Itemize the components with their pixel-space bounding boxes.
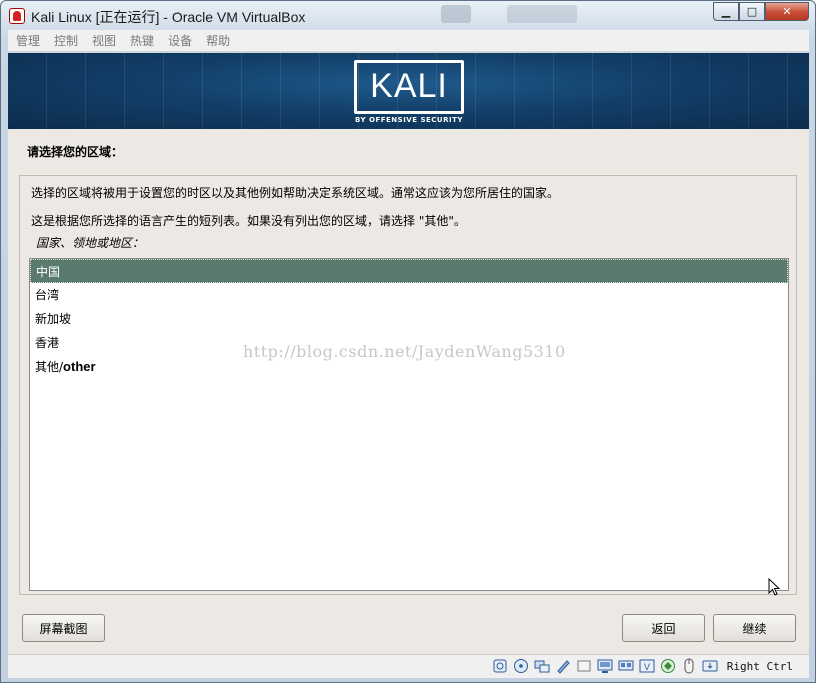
usb-icon[interactable] [576, 658, 592, 674]
list-item-label: 香港 [35, 336, 60, 350]
section-title: 请选择您的区域： [27, 145, 124, 159]
kali-banner: KALI BY OFFENSIVE SECURITY [8, 53, 809, 129]
screenshot-button-label: 屏幕截图 [39, 621, 88, 636]
maximize-icon: □ [746, 5, 758, 18]
list-item-label: 其他/ [35, 360, 64, 374]
continue-button[interactable]: 继续 [713, 614, 796, 642]
kali-logo: KALI [354, 60, 464, 114]
kali-logo-text: KALI [370, 67, 448, 105]
menu-bar: 管理 控制 视图 热键 设备 帮助 [8, 30, 809, 52]
title-blur-region [507, 5, 577, 23]
minimize-icon: ▁ [721, 5, 731, 18]
region-listbox[interactable]: 中国 台湾 新加坡 香港 其他/other [29, 258, 789, 591]
close-button[interactable]: ✕ [765, 2, 809, 21]
list-item-taiwan[interactable]: 台湾 [30, 283, 788, 307]
kali-logo-subtitle: BY OFFENSIVE SECURITY [355, 116, 463, 124]
description-text: 这是根据您所选择的语言产生的短列表。如果没有列出您的区域，请选择 "其他"。 [31, 214, 466, 228]
svg-text:V: V [644, 662, 650, 672]
status-bar: V Right Ctrl [8, 654, 809, 678]
virtualization-icon[interactable] [660, 658, 676, 674]
list-item-label: 新加坡 [35, 312, 72, 326]
menu-item-help[interactable]: 帮助 [206, 32, 230, 49]
installer-panel: 选择的区域将被用于设置您的时区以及其他例如帮助决定系统区域。通常这应该为您所居住… [19, 175, 797, 595]
keyboard-capture-icon[interactable] [702, 658, 718, 674]
title-blur-region [441, 5, 471, 23]
close-icon: ✕ [782, 5, 792, 18]
shared-folders-icon[interactable] [597, 658, 613, 674]
minimize-button[interactable]: ▁ [713, 2, 739, 21]
menu-item-view[interactable]: 视图 [92, 32, 116, 49]
title-bar[interactable]: Kali Linux [正在运行] - Oracle VM VirtualBox… [1, 1, 815, 29]
virtualbox-app-icon [9, 8, 25, 24]
window-title: Kali Linux [正在运行] - Oracle VM VirtualBox [31, 9, 306, 25]
back-button-label: 返回 [651, 621, 676, 636]
virtualbox-window: Kali Linux [正在运行] - Oracle VM VirtualBox… [0, 0, 816, 683]
audio-icon[interactable] [534, 658, 550, 674]
list-item-label: 台湾 [35, 288, 60, 302]
menu-item-manage[interactable]: 管理 [16, 32, 40, 49]
host-key-label: Right Ctrl [726, 659, 793, 673]
network-icon[interactable] [555, 658, 571, 674]
menu-item-control[interactable]: 控制 [54, 32, 78, 49]
list-item-china[interactable]: 中国 [30, 259, 788, 283]
screenshot-button[interactable]: 屏幕截图 [22, 614, 105, 642]
window-controls: ▁ □ ✕ [713, 2, 809, 21]
list-item-singapore[interactable]: 新加坡 [30, 307, 788, 331]
vm-screen[interactable]: KALI BY OFFENSIVE SECURITY 请选择您的区域： 选择的区… [8, 53, 809, 654]
hard-disk-icon[interactable] [492, 658, 508, 674]
video-capture-icon[interactable]: V [639, 658, 655, 674]
list-label: 国家、领地或地区： [36, 236, 145, 250]
continue-button-label: 继续 [742, 621, 767, 636]
menu-item-hotkeys[interactable]: 热键 [130, 32, 154, 49]
optical-drive-icon[interactable] [513, 658, 529, 674]
maximize-button[interactable]: □ [739, 2, 765, 21]
list-item-label: 中国 [36, 265, 61, 279]
status-icons: V Right Ctrl [492, 658, 793, 674]
mouse-integration-icon[interactable] [681, 658, 697, 674]
list-item-label-latin: other [63, 359, 96, 374]
menu-item-devices[interactable]: 设备 [168, 32, 192, 49]
description-text: 选择的区域将被用于设置您的时区以及其他例如帮助决定系统区域。通常这应该为您所居住… [31, 186, 560, 200]
mouse-cursor-icon [768, 578, 780, 596]
back-button[interactable]: 返回 [622, 614, 705, 642]
display-icon[interactable] [618, 658, 634, 674]
watermark: http://blog.csdn.net/JaydenWang5310 [243, 342, 566, 361]
